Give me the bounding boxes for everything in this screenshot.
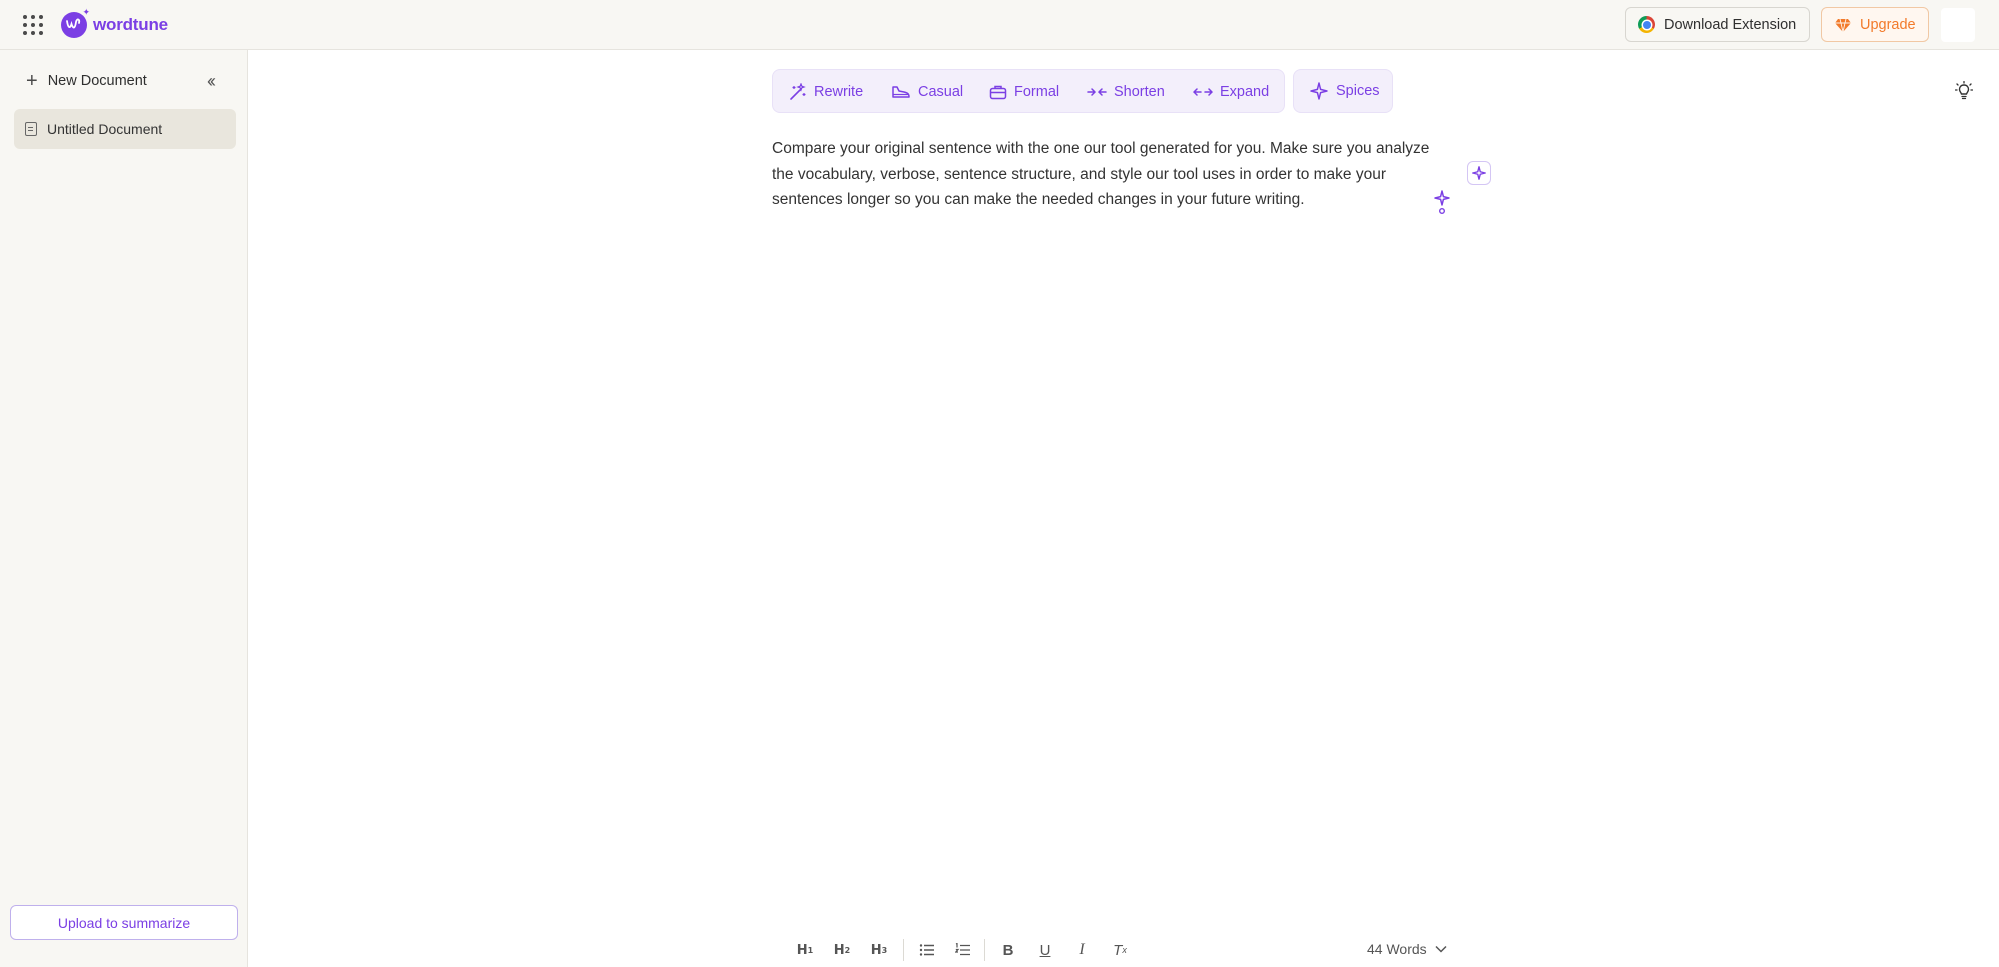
chevron-down-icon bbox=[1435, 945, 1447, 953]
sidebar-document-item[interactable]: Untitled Document bbox=[14, 109, 236, 149]
logo-text: wordtune bbox=[93, 15, 168, 34]
document-icon bbox=[25, 122, 37, 136]
casual-label: Casual bbox=[918, 84, 964, 100]
download-extension-label: Download Extension bbox=[1664, 16, 1797, 33]
expand-button[interactable]: Expand bbox=[1193, 70, 1269, 114]
upload-label: Upload to summarize bbox=[57, 914, 191, 931]
formal-label: Formal bbox=[1014, 84, 1060, 100]
spices-label: Spices bbox=[1336, 83, 1380, 99]
shorten-label: Shorten bbox=[1114, 84, 1165, 100]
spices-button[interactable]: Spices bbox=[1293, 69, 1393, 113]
formal-button[interactable]: Formal bbox=[989, 70, 1059, 114]
numbered-list-button[interactable] bbox=[953, 939, 973, 961]
bullet-list-icon bbox=[919, 944, 934, 956]
sneaker-icon bbox=[892, 86, 910, 98]
collapse-sidebar-icon[interactable]: ‹‹ bbox=[207, 70, 216, 92]
new-document-label: New Document bbox=[47, 73, 147, 89]
sidebar: + New Document ‹‹ Untitled Document Uplo… bbox=[0, 50, 248, 967]
suggestion-sparkle-button[interactable] bbox=[1467, 161, 1491, 185]
document-title: Untitled Document bbox=[47, 121, 163, 137]
upgrade-label: Upgrade bbox=[1860, 16, 1916, 33]
lightbulb-icon[interactable] bbox=[1955, 81, 1973, 101]
numbered-list-icon bbox=[955, 943, 970, 956]
document-editor[interactable]: Compare your original sentence with the … bbox=[772, 136, 1432, 213]
top-header: ✦ wordtune Download Extension Upgrade bbox=[0, 0, 1999, 50]
heading-3-button[interactable]: H3 bbox=[869, 939, 889, 961]
sparkle-icon bbox=[1472, 166, 1486, 180]
download-extension-button[interactable]: Download Extension bbox=[1625, 7, 1810, 42]
avatar[interactable] bbox=[1941, 8, 1975, 42]
underline-button[interactable]: U bbox=[1035, 939, 1055, 961]
apps-grid-icon[interactable] bbox=[23, 15, 43, 35]
heading-2-button[interactable]: H2 bbox=[832, 939, 852, 961]
editor-paragraph[interactable]: Compare your original sentence with the … bbox=[772, 136, 1432, 213]
briefcase-icon bbox=[989, 85, 1007, 100]
upload-to-summarize-button[interactable]: Upload to summarize bbox=[10, 905, 238, 940]
wordtune-logo[interactable]: ✦ wordtune bbox=[61, 8, 168, 41]
shorten-button[interactable]: Shorten bbox=[1087, 70, 1165, 114]
word-count-label: 44 Words bbox=[1367, 941, 1427, 957]
plus-icon: + bbox=[26, 70, 38, 92]
clear-format-button[interactable]: Tx bbox=[1110, 939, 1130, 961]
diamond-icon bbox=[1835, 18, 1851, 32]
cursor-sparkle-icon[interactable] bbox=[1433, 189, 1451, 215]
upgrade-button[interactable]: Upgrade bbox=[1821, 7, 1929, 42]
logo-mark-icon: ✦ bbox=[61, 8, 90, 38]
sparkle-icon bbox=[1310, 82, 1328, 100]
chrome-icon bbox=[1638, 16, 1655, 33]
italic-button[interactable]: I bbox=[1072, 939, 1092, 961]
rewrite-toolbar: Rewrite Casual Formal Shorten Expand bbox=[772, 69, 1285, 113]
arrows-out-icon bbox=[1193, 88, 1213, 96]
magic-wand-icon bbox=[790, 83, 806, 100]
new-document-button[interactable]: + New Document bbox=[26, 70, 147, 92]
rewrite-label: Rewrite bbox=[814, 84, 864, 100]
casual-button[interactable]: Casual bbox=[891, 70, 963, 114]
toolbar-divider bbox=[903, 939, 904, 961]
arrows-in-icon bbox=[1087, 88, 1107, 96]
toolbar-divider bbox=[984, 939, 985, 961]
rewrite-button[interactable]: Rewrite bbox=[789, 70, 863, 114]
word-count-dropdown[interactable]: 44 Words bbox=[1367, 938, 1447, 960]
bullet-list-button[interactable] bbox=[917, 939, 937, 961]
bold-button[interactable]: B bbox=[998, 939, 1018, 961]
expand-label: Expand bbox=[1220, 84, 1270, 100]
heading-1-button[interactable]: H1 bbox=[795, 939, 815, 961]
